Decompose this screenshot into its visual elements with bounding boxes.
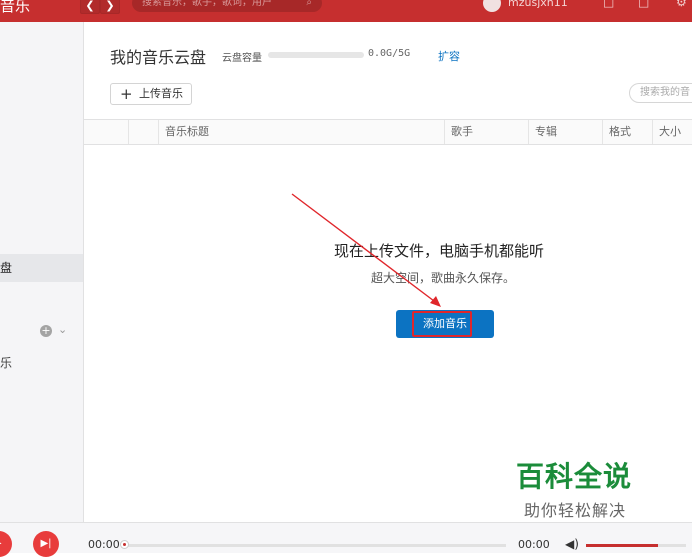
upload-music-label: 上传音乐	[139, 87, 183, 100]
column-header[interactable]	[128, 120, 158, 144]
capacity-label: 云盘容量	[222, 53, 262, 64]
user-avatar[interactable]	[483, 0, 501, 12]
next-track-button[interactable]: ▶|	[33, 531, 59, 557]
sidebar-item-cloud-disk[interactable]: 盘	[0, 254, 83, 282]
table-header: 音乐标题 歌手 专辑 格式 大小	[84, 119, 692, 145]
search-icon[interactable]: ⌕	[306, 0, 312, 12]
empty-state-title: 现在上传文件，电脑手机都能听	[334, 242, 545, 260]
total-time: 00:00	[518, 538, 550, 551]
global-search-input[interactable]: 搜索音乐，歌手，歌词，用户 ⌕	[132, 0, 322, 12]
annotation-highlight-box	[412, 311, 472, 337]
capacity-bar	[268, 52, 364, 58]
back-button[interactable]: ❮	[80, 0, 100, 14]
expand-capacity-link[interactable]: 扩容	[438, 48, 460, 64]
username[interactable]: mzusjxh11	[508, 0, 568, 12]
app-logo-text[interactable]: 音乐	[0, 0, 30, 16]
cloud-search-input[interactable]: 搜索我的音	[629, 83, 692, 103]
current-time: 00:00	[88, 538, 120, 551]
page-title: 我的音乐云盘	[110, 48, 207, 67]
shirt-icon[interactable]: □	[603, 0, 614, 9]
chevron-down-icon[interactable]: ⌄	[58, 323, 67, 336]
column-header-album[interactable]: 专辑	[528, 120, 602, 144]
create-playlist-icon[interactable]: +	[40, 325, 52, 337]
volume-slider[interactable]	[586, 544, 686, 547]
plus-icon: +	[120, 85, 133, 103]
previous-track-button[interactable]: ▸	[0, 531, 12, 557]
sidebar-item-playlist[interactable]: 乐	[0, 354, 12, 371]
watermark-logo: 百科全说 助你轻松解决	[494, 443, 666, 523]
empty-state-subtitle: 超大空间，歌曲永久保存。	[371, 271, 516, 285]
settings-icon[interactable]: ⚙	[676, 0, 687, 9]
column-header-artist[interactable]: 歌手	[444, 120, 528, 144]
column-header-size[interactable]: 大小	[652, 120, 692, 144]
sidebar: 盘 + ⌄ 乐	[0, 22, 84, 522]
capacity-text: 0.0G/5G	[368, 48, 411, 59]
column-header-format[interactable]: 格式	[602, 120, 652, 144]
progress-knob[interactable]	[120, 540, 129, 549]
forward-button[interactable]: ❯	[100, 0, 120, 14]
title-bar: 音乐 ❮ ❯ 搜索音乐，歌手，歌词，用户 ⌕ mzusjxh11 □ □ ⚙	[0, 0, 692, 22]
column-header-title[interactable]: 音乐标题	[158, 120, 444, 144]
mail-icon[interactable]: □	[638, 0, 649, 9]
player-bar: ▸ ▶| 00:00 00:00 ◀)	[0, 522, 692, 557]
upload-music-button[interactable]: + 上传音乐	[110, 83, 192, 105]
global-search-placeholder: 搜索音乐，歌手，歌词，用户	[142, 0, 272, 8]
sidebar-item-label: 盘	[0, 261, 13, 275]
watermark-subtitle: 助你轻松解决	[524, 501, 627, 520]
watermark-title: 百科全说	[516, 460, 633, 493]
volume-icon[interactable]: ◀)	[565, 537, 579, 551]
volume-fill	[586, 544, 658, 547]
progress-slider[interactable]	[120, 540, 506, 549]
